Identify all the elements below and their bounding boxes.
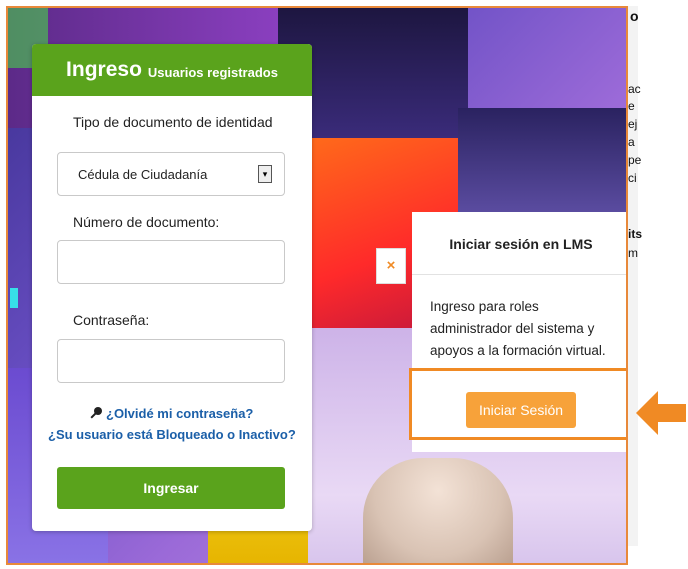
edge-text: pe bbox=[628, 153, 642, 167]
login-header: Ingreso Usuarios registrados bbox=[32, 44, 312, 96]
password-label: Contraseña: bbox=[73, 312, 150, 328]
lms-description: Ingreso para roles administrador del sis… bbox=[430, 299, 606, 358]
forgot-password-link[interactable]: ¿Olvidé mi contraseña? bbox=[106, 406, 253, 421]
doc-number-label: Número de documento: bbox=[73, 214, 220, 230]
password-input[interactable] bbox=[57, 339, 285, 383]
edge-text: its bbox=[628, 227, 643, 241]
doc-type-select[interactable]: Cédula de Ciudadanía ▾ bbox=[57, 152, 285, 196]
login-subtitle: Usuarios registrados bbox=[147, 64, 278, 80]
screenshot-frame: Ingreso Usuarios registrados Tipo de doc… bbox=[6, 6, 628, 565]
mannequin-image bbox=[363, 458, 513, 563]
login-title: Ingreso bbox=[66, 58, 142, 81]
arrow-left-icon bbox=[636, 391, 686, 435]
edge-text: ci bbox=[628, 171, 637, 185]
divider bbox=[412, 274, 626, 275]
chevron-down-icon[interactable]: ▾ bbox=[258, 165, 272, 183]
lms-login-button[interactable]: Iniciar Sesión bbox=[466, 392, 576, 428]
blocked-user-link[interactable]: ¿Su usuario está Bloqueado o Inactivo? bbox=[48, 427, 296, 442]
bg-accent bbox=[10, 288, 18, 308]
edge-text: o bbox=[630, 8, 639, 24]
doc-type-label: Tipo de documento de identidad bbox=[73, 114, 273, 130]
login-card: Ingreso Usuarios registrados Tipo de doc… bbox=[32, 44, 312, 531]
edge-text: ej bbox=[628, 117, 638, 131]
key-icon bbox=[90, 407, 102, 419]
edge-text: a bbox=[628, 135, 635, 149]
doc-type-value: Cédula de Ciudadanía bbox=[78, 167, 208, 182]
edge-text: ac bbox=[628, 82, 641, 96]
doc-number-input[interactable] bbox=[57, 240, 285, 284]
login-submit-button[interactable]: Ingresar bbox=[57, 467, 285, 509]
edge-text: m bbox=[628, 246, 638, 260]
edge-text: e bbox=[628, 99, 635, 113]
close-icon[interactable]: × bbox=[376, 248, 406, 284]
lms-title: Iniciar sesión en LMS bbox=[449, 236, 593, 252]
